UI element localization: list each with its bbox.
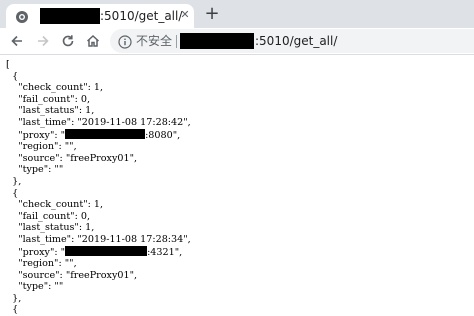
- tab-strip: :5010/get_all/ ✕ +: [0, 0, 474, 28]
- back-icon[interactable]: [8, 32, 26, 50]
- reload-icon[interactable]: [59, 32, 77, 50]
- proxy-port: :4321",: [147, 246, 183, 258]
- forward-icon[interactable]: [34, 32, 52, 50]
- tab-title: :5010/get_all/: [100, 9, 183, 23]
- browser-tab[interactable]: :5010/get_all/ ✕: [6, 4, 194, 28]
- region-line: "region": "",: [18, 141, 77, 153]
- url-text[interactable]: :5010/get_all/: [255, 33, 337, 49]
- new-tab-button[interactable]: +: [203, 5, 221, 23]
- open-bracket: [: [6, 59, 10, 70]
- entry-close: },: [12, 292, 22, 304]
- source-line: "source": "freeProxy01",: [18, 269, 138, 281]
- region-line: "region": "",: [18, 258, 77, 270]
- type-line: "type": "": [18, 281, 64, 293]
- close-icon[interactable]: ✕: [178, 8, 192, 22]
- redacted-ip: [65, 128, 146, 139]
- json-response: [ { "check_count": 1, "fail_count": 0, "…: [6, 59, 191, 316]
- info-icon[interactable]: [118, 34, 132, 49]
- last-status-line: "last_status": 1,: [18, 222, 95, 234]
- security-label[interactable]: 不安全: [136, 33, 172, 49]
- proxy-key: "proxy": ": [18, 246, 66, 258]
- redacted-ip: [65, 245, 148, 256]
- browser-toolbar: 不安全 :5010/get_all/: [0, 28, 474, 55]
- last-time-line: "last_time": "2019-11-08 17:28:34",: [18, 233, 191, 245]
- source-line: "source": "freeProxy01",: [18, 152, 138, 164]
- omnibox-divider: [176, 35, 177, 48]
- redacted-host: [40, 8, 100, 24]
- last-status-line: "last_status": 1,: [18, 105, 95, 117]
- proxy-key: "proxy": ": [18, 129, 66, 141]
- fail-count-line: "fail_count": 0,: [18, 93, 91, 105]
- page-content: [ { "check_count": 1, "fail_count": 0, "…: [0, 55, 474, 316]
- type-line: "type": "": [18, 164, 64, 176]
- globe-icon: [15, 9, 29, 23]
- address-bar[interactable]: 不安全 :5010/get_all/: [110, 29, 474, 53]
- check-count-line: "check_count": 1,: [18, 82, 104, 94]
- proxy-port: :8080",: [145, 129, 181, 141]
- home-icon[interactable]: [84, 32, 102, 50]
- fail-count-line: "fail_count": 0,: [18, 210, 91, 222]
- entry-close: },: [12, 175, 22, 187]
- entry-open: {: [12, 187, 19, 199]
- check-count-line: "check_count": 1,: [18, 199, 104, 211]
- entry-open: {: [12, 70, 19, 82]
- last-time-line: "last_time": "2019-11-08 17:28:42",: [18, 116, 191, 128]
- redacted-host: [180, 33, 254, 49]
